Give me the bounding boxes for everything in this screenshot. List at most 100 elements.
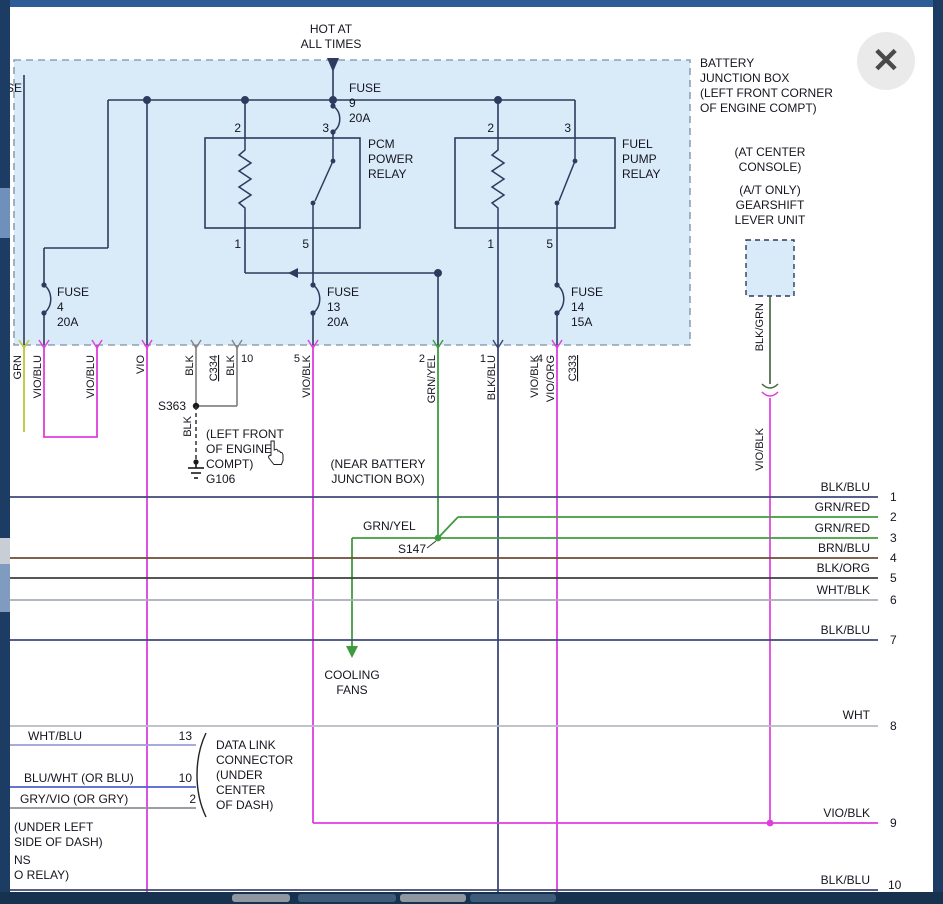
cooling-fans-label-2: FANS [336,683,367,697]
relay2-pin5: 5 [546,237,553,251]
splice-s147-label: S147 [398,542,426,556]
pin2-number: 2 [890,510,897,524]
pin8-number: 8 [890,719,897,733]
dlc-label-3: (UNDER [216,768,263,782]
wire-label-blk-grn: BLK/GRN [754,303,766,351]
fuse13-rating: 20A [327,315,348,329]
pin-number-5: 5 [294,353,300,365]
fuse9-number: 9 [349,96,356,110]
junction-dot [144,97,150,103]
left-edge-segment [0,564,10,612]
relay2-pin3: 3 [564,121,571,135]
scrollbar-segment[interactable] [298,894,396,902]
dlc-pin-2: 2 [189,792,196,806]
under-dash-label-1: (UNDER LEFT [14,820,94,834]
grn-yel-label: GRN/YEL [363,519,416,533]
wire-label-blk: BLK [225,354,237,375]
dlc-wire-label-1: WHT/BLU [28,729,82,743]
inline-connector-icon [762,384,778,388]
left-edge-strip [0,0,10,904]
console-label-1: (AT CENTER [735,145,806,159]
bottom-bar [0,892,943,904]
relay1-name-2: POWER [368,152,414,166]
pin10-number: 10 [888,878,902,892]
connector-bracket [197,733,206,817]
fuse14-rating: 15A [571,315,592,329]
relay1-pin1: 1 [234,237,241,251]
pin8-label: WHT [843,708,871,722]
dlc-label-1: DATA LINK [216,738,276,752]
pin7-number: 7 [890,633,897,647]
junction-dot [435,270,441,276]
wire-label-blk-blu: BLK/BLU [486,355,498,400]
wire-label-vio-blk: VIO/BLK [754,427,766,470]
fuse9-name: FUSE [349,81,381,95]
ground-location-3: COMPT) [206,457,253,471]
pin7-label: BLK/BLU [821,623,870,637]
connector-pin-rows: BLK/BLU GRN/RED GRN/RED BRN/BLU BLK/ORG … [0,480,902,892]
pin6-number: 6 [890,593,897,607]
pin5-label: BLK/ORG [817,561,870,575]
relay1-pin3: 3 [322,121,329,135]
pin1-number: 1 [890,490,897,504]
pin4-number: 4 [890,551,897,565]
dlc-pin-10: 10 [179,771,193,785]
fuse13-number: 13 [327,300,341,314]
junction-dot [767,820,774,827]
battery-label-1: BATTERY [700,56,754,70]
fuse14-name: FUSE [571,285,603,299]
pin6-label: WHT/BLK [817,583,870,597]
connector-label-c334: C334 [208,355,220,381]
relay1-pin5: 5 [302,237,309,251]
wire-label-vio: VIO [135,355,147,374]
relay2-pin2: 2 [487,121,494,135]
connector-label-c333: C333 [567,355,579,381]
pin9-number: 9 [890,816,897,830]
wire-label-blk-ground: BLK [182,415,194,436]
splice-diagonal [438,517,458,538]
wire-label-grn-yel: GRN/YEL [426,355,438,403]
ground-g106-label: G106 [206,472,236,486]
cut-label-1: NS [14,853,31,867]
s147-splice: GRN/YEL S147 (NEAR BATTERY JUNCTION BOX)… [324,345,458,697]
scrollbar-segment[interactable] [470,894,556,902]
all-times-label: ALL TIMES [301,37,362,51]
pin5-number: 5 [890,571,897,585]
dlc-wire-label-2: BLU/WHT (OR BLU) [24,771,134,785]
fuse4-name: FUSE [57,285,89,299]
battery-label-4: OF ENGINE COMPT) [700,101,817,115]
near-bjb-label-1: (NEAR BATTERY [331,457,426,471]
console-label-3: (A/T ONLY) [739,183,801,197]
splice-s363-label: S363 [158,399,186,413]
fuse4-number: 4 [57,300,64,314]
battery-label-3: (LEFT FRONT CORNER [700,86,833,100]
close-icon: ✕ [872,41,901,81]
dlc-label-5: OF DASH) [216,798,273,812]
ground-symbol-icon [188,462,204,478]
under-dash-label-2: SIDE OF DASH) [14,835,103,849]
relay1-name-3: RELAY [368,167,406,181]
cooling-fans-label-1: COOLING [324,668,379,682]
wire-runs [24,345,557,892]
pin3-number: 3 [890,531,897,545]
console-label-2: CONSOLE) [739,160,802,174]
wiring-diagram-viewer: SE HOT AT ALL TIMES FUS [0,0,943,904]
relay2-name-1: FUEL [622,137,653,151]
dlc-pin-13: 13 [179,729,193,743]
pin10-label: BLK/BLU [821,873,870,887]
relay2-name-2: PUMP [622,152,657,166]
close-button[interactable]: ✕ [857,32,915,90]
ground-location-1: (LEFT FRONT [206,427,284,441]
dlc-wire-label-3: GRY/VIO (OR GRY) [20,792,128,806]
junction-dot [330,97,336,103]
console-label-4: GEARSHIFT [736,198,805,212]
pin-number-10: 10 [241,353,253,365]
bottom-left-annotations: (UNDER LEFT SIDE OF DASH) NS O RELAY) [14,820,103,882]
pin2-label: GRN/RED [815,500,871,514]
scrollbar-thumb[interactable] [400,894,466,902]
left-edge-segment [0,188,10,238]
pin9-label: VIO/BLK [823,806,870,820]
pin1-label: BLK/BLU [821,480,870,494]
top-edge-strip [0,0,943,7]
scrollbar-thumb[interactable] [232,894,290,902]
